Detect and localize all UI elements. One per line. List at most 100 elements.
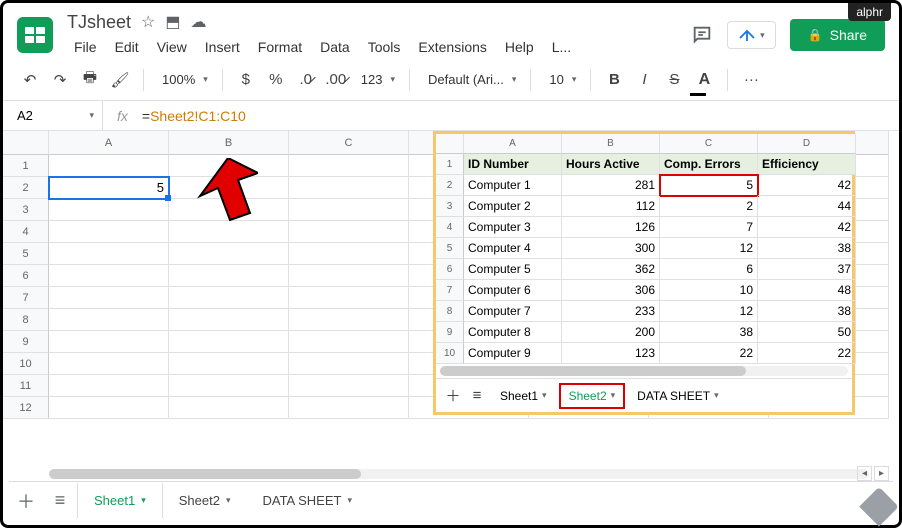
menu-help[interactable]: Help: [498, 35, 541, 59]
pv-cell[interactable]: Computer 4: [464, 238, 562, 259]
tab-sheet1[interactable]: Sheet1▾: [77, 483, 163, 518]
menu-insert[interactable]: Insert: [198, 35, 247, 59]
present-button[interactable]: ▾: [727, 21, 776, 49]
menu-tools[interactable]: Tools: [361, 35, 408, 59]
pv-cell[interactable]: 2: [660, 196, 758, 217]
font-select[interactable]: Default (Ari...▾: [420, 70, 520, 89]
pv-cell[interactable]: 44: [758, 196, 856, 217]
bold-button[interactable]: B: [601, 67, 627, 93]
scroll-arrows[interactable]: ◂▸: [857, 466, 889, 481]
col-header[interactable]: A: [49, 131, 169, 155]
undo-button[interactable]: ↶: [17, 67, 43, 93]
row-header[interactable]: 8: [3, 309, 49, 331]
menu-extensions[interactable]: Extensions: [411, 35, 493, 59]
pv-col-header[interactable]: C: [660, 134, 758, 154]
pv-cell[interactable]: 42: [758, 175, 856, 196]
menu-edit[interactable]: Edit: [108, 35, 146, 59]
pv-cell[interactable]: Computer 7: [464, 301, 562, 322]
pv-cell[interactable]: 48: [758, 280, 856, 301]
pv-cell[interactable]: 38: [758, 238, 856, 259]
print-button[interactable]: 🖶: [77, 67, 103, 93]
pv-col-header[interactable]: A: [464, 134, 562, 154]
pv-cell[interactable]: 12: [660, 301, 758, 322]
tab-sheet2[interactable]: Sheet2▾: [163, 483, 247, 518]
pv-cell[interactable]: 200: [562, 322, 660, 343]
paint-format-button[interactable]: 🖌: [107, 67, 133, 93]
pv-cell[interactable]: 6: [660, 259, 758, 280]
toolbar-more-button[interactable]: ···: [738, 67, 764, 93]
pv-row-header[interactable]: 5: [436, 238, 464, 259]
pv-row-header[interactable]: 8: [436, 301, 464, 322]
menu-view[interactable]: View: [150, 35, 194, 59]
sheets-logo[interactable]: [17, 17, 53, 53]
row-header[interactable]: 3: [3, 199, 49, 221]
tab-data-sheet[interactable]: DATA SHEET▾: [246, 483, 368, 518]
preview-tab-sheet2[interactable]: Sheet2▾: [559, 383, 626, 409]
pv-col-header[interactable]: B: [562, 134, 660, 154]
pv-cell[interactable]: 7: [660, 217, 758, 238]
explore-button[interactable]: [859, 486, 899, 526]
row-header[interactable]: 6: [3, 265, 49, 287]
add-sheet-button[interactable]: ＋: [9, 484, 43, 518]
increase-decimal-button[interactable]: .00̷: [323, 67, 349, 93]
row-header[interactable]: 4: [3, 221, 49, 243]
cell-a2[interactable]: 5: [49, 177, 169, 199]
horizontal-scrollbar[interactable]: [49, 467, 869, 481]
pv-cell[interactable]: 22: [660, 343, 758, 364]
pv-cell[interactable]: 37: [758, 259, 856, 280]
pv-cell[interactable]: 233: [562, 301, 660, 322]
pv-cell[interactable]: 281: [562, 175, 660, 196]
pv-cell[interactable]: 123: [562, 343, 660, 364]
preview-hscroll[interactable]: [440, 366, 848, 376]
pv-row-header[interactable]: 7: [436, 280, 464, 301]
pv-cell[interactable]: 12: [660, 238, 758, 259]
pv-cell[interactable]: 10: [660, 280, 758, 301]
col-header[interactable]: B: [169, 131, 289, 155]
row-header[interactable]: 10: [3, 353, 49, 375]
decrease-decimal-button[interactable]: .0̷: [293, 67, 319, 93]
star-icon[interactable]: ☆: [141, 12, 155, 32]
select-all-corner[interactable]: [3, 131, 49, 155]
row-header[interactable]: 7: [3, 287, 49, 309]
format-currency-button[interactable]: $: [233, 67, 259, 93]
cloud-status-icon[interactable]: ☁: [191, 12, 207, 32]
pv-row-header[interactable]: 6: [436, 259, 464, 280]
italic-button[interactable]: I: [631, 67, 657, 93]
document-title[interactable]: TJsheet: [67, 12, 131, 33]
format-percent-button[interactable]: %: [263, 67, 289, 93]
pv-row-header[interactable]: 2: [436, 175, 464, 196]
row-header[interactable]: 1: [3, 155, 49, 177]
row-header[interactable]: 11: [3, 375, 49, 397]
pv-cell[interactable]: 300: [562, 238, 660, 259]
preview-tab-data[interactable]: DATA SHEET▾: [627, 383, 728, 409]
pv-cell[interactable]: Computer 8: [464, 322, 562, 343]
menu-file[interactable]: File: [67, 35, 104, 59]
pv-cell[interactable]: Computer 3: [464, 217, 562, 238]
pv-cell[interactable]: 22: [758, 343, 856, 364]
pv-cell[interactable]: 50: [758, 322, 856, 343]
formula-input[interactable]: =Sheet2!C1:C10: [142, 108, 246, 124]
pv-col-header[interactable]: D: [758, 134, 856, 154]
row-header[interactable]: 2: [3, 177, 49, 199]
preview-add-sheet[interactable]: ＋: [442, 383, 464, 409]
pv-row-header[interactable]: 9: [436, 322, 464, 343]
pv-cell[interactable]: 362: [562, 259, 660, 280]
strikethrough-button[interactable]: S: [661, 67, 687, 93]
menu-more[interactable]: L...: [545, 35, 578, 59]
pv-cell[interactable]: Computer 6: [464, 280, 562, 301]
number-format-select[interactable]: 123▾: [353, 70, 399, 89]
pv-cell[interactable]: 126: [562, 217, 660, 238]
redo-button[interactable]: ↷: [47, 67, 73, 93]
row-header[interactable]: 5: [3, 243, 49, 265]
comment-history-icon[interactable]: [691, 24, 713, 46]
text-color-button[interactable]: A: [691, 67, 717, 93]
share-button[interactable]: 🔒 Share: [790, 19, 885, 51]
row-header[interactable]: 12: [3, 397, 49, 419]
row-header[interactable]: 9: [3, 331, 49, 353]
pv-cell[interactable]: Computer 1: [464, 175, 562, 196]
pv-row-header[interactable]: 4: [436, 217, 464, 238]
pv-cell[interactable]: 42: [758, 217, 856, 238]
all-sheets-button[interactable]: ≡: [43, 484, 77, 518]
pv-cell[interactable]: Computer 5: [464, 259, 562, 280]
move-to-folder-icon[interactable]: ⬒: [165, 12, 180, 32]
